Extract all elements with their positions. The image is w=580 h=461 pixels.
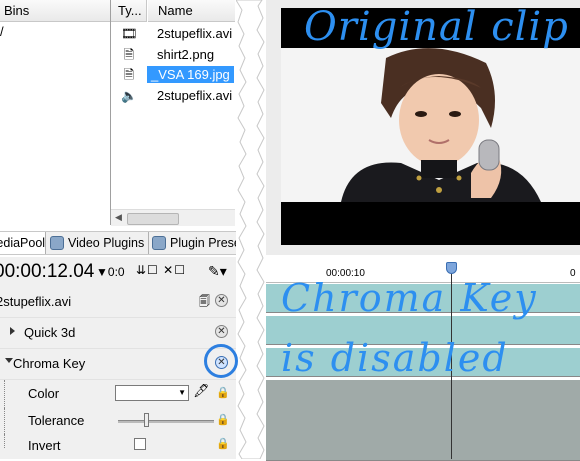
audio-file-icon: 🔈 xyxy=(121,88,138,103)
keyframe-lock-icon[interactable]: 🔒 xyxy=(216,438,230,450)
bins-pane: Bins / xyxy=(0,0,111,225)
transport-bar: 00:00:12.04 ▼0:0 ⇊☐ ✕☐ ✎▾ xyxy=(0,257,236,287)
horizontal-scrollbar[interactable]: ◀ xyxy=(111,209,235,226)
plugin-row-chromakey[interactable]: Chroma Key ✕ xyxy=(0,349,236,380)
annotation-is-disabled: is disabled xyxy=(281,336,509,380)
column-header-name[interactable]: Name xyxy=(148,0,235,22)
tab-label: Plugin Presets xyxy=(170,236,236,250)
tolerance-slider-track[interactable] xyxy=(118,420,214,423)
file-row[interactable]: 🔈 2stupeflix.avi xyxy=(111,86,235,107)
bins-tree-root[interactable]: / xyxy=(0,24,4,39)
annotation-chroma-key: Chroma Key xyxy=(281,276,538,320)
image-file-icon: 🗎 xyxy=(123,67,135,82)
file-name: 2stupeflix.avi xyxy=(157,26,233,41)
plugin-name: Quick 3d xyxy=(24,325,76,340)
timeline-track-empty[interactable] xyxy=(266,432,580,461)
param-color: Color ▼ 🖋 🔒 xyxy=(0,380,236,408)
timecode-display: 00:00:12.04 xyxy=(0,261,95,282)
edit-icon[interactable]: ✎▾ xyxy=(208,263,227,280)
tab-video-plugins[interactable]: Video Plugins xyxy=(50,232,149,254)
tree-line xyxy=(4,434,5,448)
playback-speed[interactable]: ▼0:0 xyxy=(96,265,125,279)
file-row[interactable]: 🗎 shirt2.png xyxy=(111,45,235,66)
video-file-icon: 🎞 xyxy=(121,26,138,41)
torn-edge-divider xyxy=(236,0,265,459)
highlight-circle xyxy=(204,344,238,378)
video-frame-image xyxy=(281,48,580,202)
panel-tabs: MediaPool Video Plugins Plugin Presets xyxy=(0,231,236,255)
eyedropper-icon[interactable]: 🖋 xyxy=(193,383,210,401)
tree-line xyxy=(4,408,5,434)
chevron-down-icon: ▼ xyxy=(178,388,186,397)
timeline-track-empty[interactable] xyxy=(266,380,580,409)
collapse-arrow-icon[interactable] xyxy=(5,358,13,363)
timeline-track-empty[interactable] xyxy=(266,406,580,435)
param-invert: Invert 🔒 xyxy=(0,434,236,459)
plugin-row-quick3d[interactable]: Quick 3d ✕ xyxy=(0,318,236,349)
keyframe-lock-icon[interactable]: 🔒 xyxy=(216,414,230,426)
tree-line xyxy=(4,380,5,408)
file-name: _VSA 169.jpg xyxy=(147,66,234,83)
media-files-list: Ty... Name 🎞 2stupeflix.avi 🗎 shirt2.png… xyxy=(111,0,235,226)
keyframe-lock-icon[interactable]: 🔒 xyxy=(216,387,230,399)
speed-value: 0:0 xyxy=(107,265,125,279)
file-row-selected[interactable]: 🗎 _VSA 169.jpg xyxy=(111,65,235,86)
param-label: Tolerance xyxy=(28,413,85,428)
expand-arrow-icon[interactable] xyxy=(10,327,15,335)
plugin-icon xyxy=(50,236,64,250)
tab-label: MediaPool xyxy=(0,236,46,250)
bins-header[interactable]: Bins xyxy=(0,0,110,22)
file-name: 2stupeflix.avi xyxy=(157,88,233,103)
invert-checkbox[interactable] xyxy=(134,438,146,450)
clip-name: 2stupeflix.avi xyxy=(0,294,72,309)
scrollbar-thumb[interactable] xyxy=(127,213,179,225)
preset-icon xyxy=(152,236,166,250)
tab-label: Video Plugins xyxy=(68,236,145,250)
save-icon[interactable]: 🗐 xyxy=(199,293,210,312)
param-label: Invert xyxy=(28,438,61,453)
param-label: Color xyxy=(28,386,60,401)
tab-plugin-presets[interactable]: Plugin Presets xyxy=(152,232,236,254)
playhead-handle[interactable] xyxy=(446,262,457,274)
annotation-original-clip: Original clip xyxy=(304,4,569,50)
tab-mediapool[interactable]: MediaPool xyxy=(0,232,46,254)
insert-delete-icons[interactable]: ⇊☐ ✕☐ xyxy=(136,263,186,277)
scroll-left-arrow-icon[interactable]: ◀ xyxy=(115,212,122,223)
image-file-icon: 🗎 xyxy=(123,47,135,62)
column-header-type[interactable]: Ty... xyxy=(111,0,147,22)
clip-row[interactable]: 2stupeflix.avi 🗐 ✕ xyxy=(0,287,236,318)
tolerance-slider-thumb[interactable] xyxy=(144,413,150,427)
param-tolerance: Tolerance 🔒 xyxy=(0,408,236,434)
remove-clip-effects-icon[interactable]: ✕ xyxy=(215,294,228,307)
plugin-stack: 2stupeflix.avi 🗐 ✕ Quick 3d ✕ Chroma Key… xyxy=(0,287,236,459)
file-row[interactable]: 🎞 2stupeflix.avi xyxy=(111,24,235,45)
plugin-name: Chroma Key xyxy=(13,356,86,371)
ruler-time-label-2: 0 xyxy=(570,268,576,279)
file-name: shirt2.png xyxy=(157,47,215,62)
color-picker-dropdown[interactable]: ▼ xyxy=(115,385,189,401)
disable-plugin-icon[interactable]: ✕ xyxy=(215,325,228,338)
